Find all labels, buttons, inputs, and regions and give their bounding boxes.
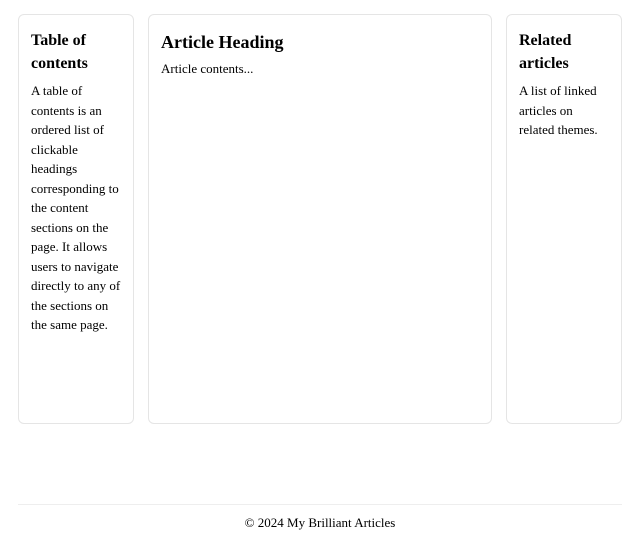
table-of-contents-panel: Table of contents A table of contents is… [18,14,134,424]
article-panel: Article Heading Article contents... [148,14,492,424]
article-body: Article contents... [161,59,479,79]
page-footer: © 2024 My Brilliant Articles [18,504,622,531]
toc-description: A table of contents is an ordered list o… [31,81,121,335]
article-heading: Article Heading [161,29,479,55]
related-articles-panel: Related articles A list of linked articl… [506,14,622,424]
footer-text: © 2024 My Brilliant Articles [245,515,396,530]
page-layout: Table of contents A table of contents is… [0,0,640,438]
related-heading: Related articles [519,29,609,75]
related-description: A list of linked articles on related the… [519,81,609,140]
toc-heading: Table of contents [31,29,121,75]
